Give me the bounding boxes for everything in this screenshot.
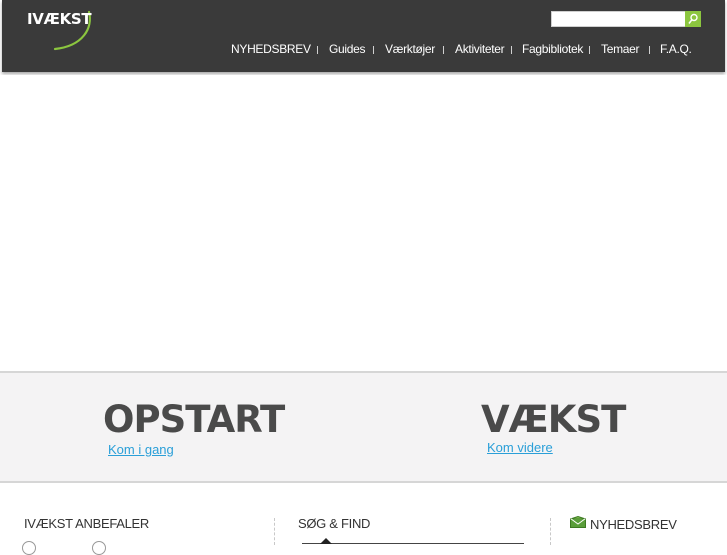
- nav-separator: [649, 46, 650, 54]
- nav-separator: [443, 46, 444, 54]
- footer-divider: [550, 518, 551, 545]
- search-box: [551, 11, 701, 27]
- nav-separator: [589, 46, 590, 54]
- feature-band: OPSTART Kom i gang VÆKST Kom videre: [0, 371, 727, 483]
- footer-divider: [274, 518, 275, 545]
- nav-item-temaer[interactable]: Temaer: [601, 42, 640, 56]
- slider-track[interactable]: [302, 543, 524, 544]
- nav-item-nyhedsbrev[interactable]: NYHEDSBREV: [231, 42, 311, 56]
- main-nav: NYHEDSBREV Guides Værktøjer Aktiviteter …: [2, 42, 725, 60]
- nav-separator: [373, 46, 374, 54]
- search-input[interactable]: [551, 11, 687, 27]
- envelope-icon: [570, 516, 586, 528]
- footer-title-anbefaler: IVÆKST ANBEFALER: [24, 516, 150, 531]
- carousel-dot-icon[interactable]: [22, 541, 36, 555]
- footer-title-nyhedsbrev: NYHEDSBREV: [590, 517, 677, 532]
- nav-separator: [511, 46, 512, 54]
- nav-item-faq[interactable]: F.A.Q.: [660, 42, 692, 56]
- carousel-dot-icon[interactable]: [92, 541, 106, 555]
- search-icon: [688, 13, 698, 24]
- logo-text: IVÆKST: [27, 10, 92, 28]
- hero-area: [0, 75, 727, 371]
- nav-item-aktiviteter[interactable]: Aktiviteter: [455, 42, 505, 56]
- nav-item-fagbibliotek[interactable]: Fagbibliotek: [522, 42, 583, 56]
- nav-item-guides[interactable]: Guides: [329, 42, 366, 56]
- nav-item-vaerktoejer[interactable]: Værktøjer: [385, 42, 435, 56]
- footer-title-soeg-find: SØG & FIND: [298, 516, 371, 531]
- opstart-title: OPSTART: [103, 398, 285, 441]
- kom-videre-link[interactable]: Kom videre: [487, 440, 553, 455]
- site-header: IVÆKST NYHEDSBREV Guides Værktøjer Aktiv…: [2, 0, 725, 72]
- slider-handle[interactable]: [320, 538, 332, 544]
- vaekst-title: VÆKST: [481, 398, 626, 441]
- search-button[interactable]: [685, 11, 701, 27]
- kom-i-gang-link[interactable]: Kom i gang: [108, 442, 174, 457]
- nav-separator: [317, 46, 318, 54]
